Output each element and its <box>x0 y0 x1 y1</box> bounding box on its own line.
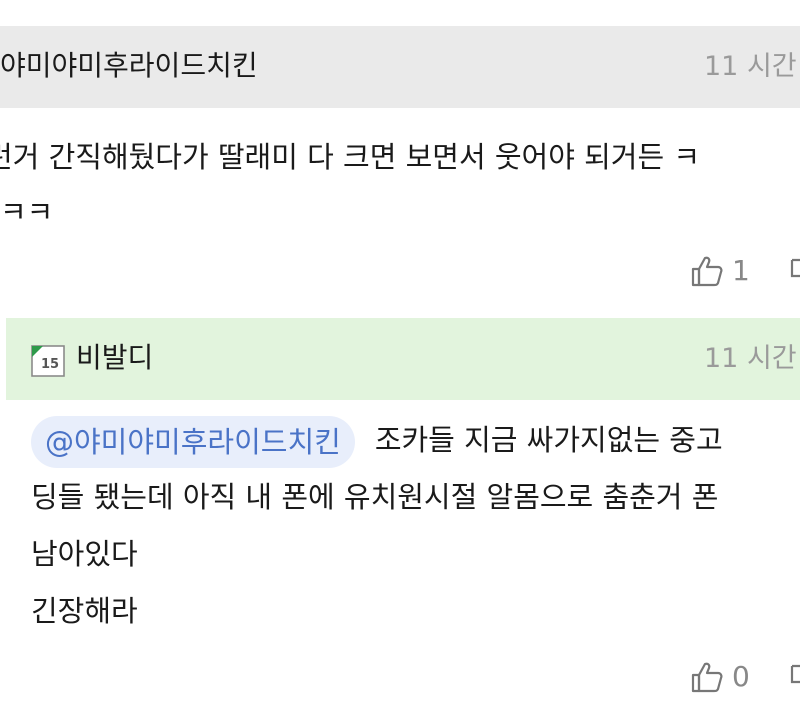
thumbs-down-icon[interactable] <box>790 256 800 286</box>
mention-chip[interactable]: @야미야미후라이드치킨 <box>31 416 355 468</box>
comment-body-line: ㅋㅋ <box>0 195 54 229</box>
reply-timestamp: 11 시간 <box>704 343 797 374</box>
reply-body-line: @야미야미후라이드치킨 조카들 지금 싸가지없는 중고 <box>31 412 800 469</box>
thumbs-up-icon[interactable] <box>690 660 724 694</box>
comment-timestamp: 11 시간 <box>704 51 797 82</box>
like-count: 0 <box>732 660 750 693</box>
comment-like-row: 1 <box>690 252 800 292</box>
reply-body-line: 긴장해라 <box>31 594 138 628</box>
reply-header: 15 비발디 11 시간 <box>6 318 800 400</box>
reply-body-text: 조카들 지금 싸가지없는 중고 <box>374 423 723 457</box>
reply-author[interactable]: 비발디 <box>76 340 153 376</box>
reply-body-line: 남아있다 <box>31 537 138 571</box>
reply-like-row: 0 <box>690 658 800 698</box>
rank-badge-text: 15 <box>41 357 59 372</box>
thumbs-down-icon[interactable] <box>790 662 800 692</box>
comment-body: 런거 간직해뒀다가 딸래미 다 크면 보면서 웃어야 되거든 ㅋ ㅋㅋ <box>0 130 800 240</box>
thumbs-up-icon[interactable] <box>690 254 724 288</box>
like-count: 1 <box>732 254 750 287</box>
reply-body-line: 딩들 됐는데 아직 내 폰에 유치원시절 알몸으로 춤춘거 폰 <box>31 480 719 514</box>
reply-body: @야미야미후라이드치킨 조카들 지금 싸가지없는 중고 딩들 됐는데 아직 내 폰… <box>31 412 800 640</box>
comment-header: 야미야미후라이드치킨 11 시간 <box>0 26 800 108</box>
comment-thread: 야미야미후라이드치킨 11 시간 런거 간직해뒀다가 딸래미 다 크면 보면서 … <box>0 0 800 718</box>
comment-body-line: 런거 간직해뒀다가 딸래미 다 크면 보면서 웃어야 되거든 ㅋ <box>0 140 701 174</box>
comment-author[interactable]: 야미야미후라이드치킨 <box>0 48 258 84</box>
rank-badge-icon: 15 <box>31 345 65 377</box>
